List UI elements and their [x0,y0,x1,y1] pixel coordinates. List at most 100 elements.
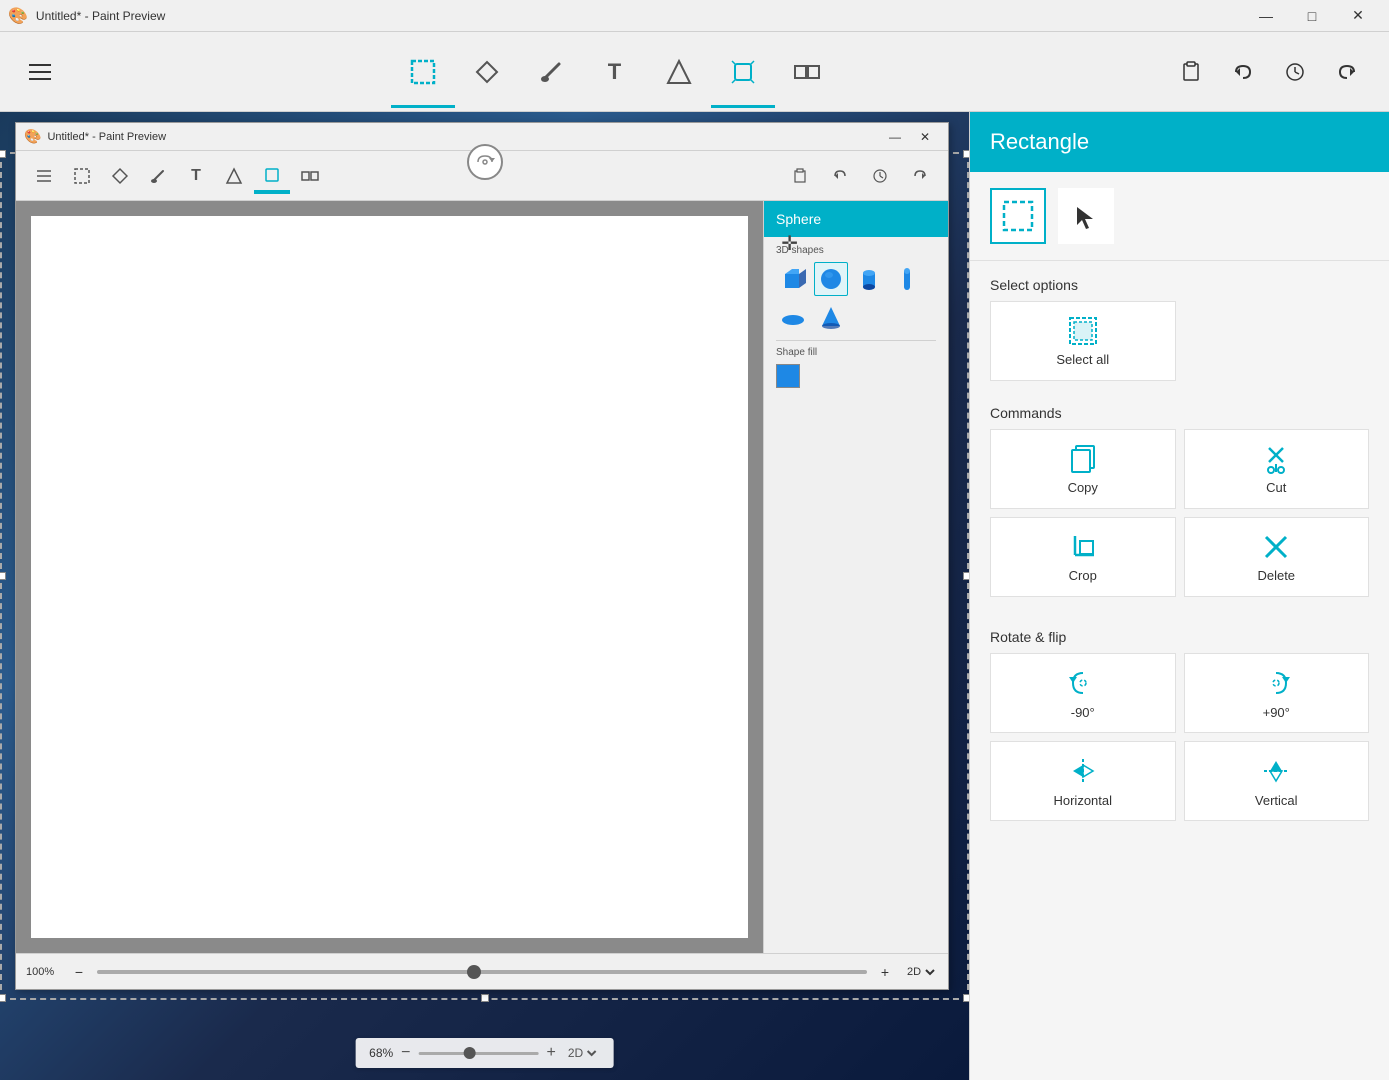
preview-3d-icon [263,166,281,184]
clipboard-button[interactable] [1169,50,1213,94]
shape-capsule-btn[interactable] [890,262,924,296]
preview-undo-btn[interactable] [822,158,858,194]
copy-button[interactable]: Copy [990,429,1176,509]
clipboard-icon [1179,60,1203,84]
outer-zoom-minus[interactable]: − [401,1044,410,1062]
crop-button[interactable]: Crop [990,517,1176,597]
preview-2d-icon [225,167,243,185]
handle-bottom-right[interactable] [963,994,969,1002]
handle-bottom-center[interactable] [481,994,489,1002]
cursor-icon [1073,203,1099,229]
fill-section-label: Shape fill [776,347,936,358]
preview-window-title: Untitled* - Paint Preview [47,131,166,143]
shape-cylinder-btn[interactable] [852,262,886,296]
preview-clipboard-icon [792,168,808,184]
rotate-neg90-label: -90° [1071,705,1095,720]
rotation-handle[interactable] [467,144,503,180]
panel-cursor-btn[interactable] [1058,188,1114,244]
cone-icon [818,304,844,330]
rotate-pos90-button[interactable]: +90° [1184,653,1370,733]
preview-close[interactable]: ✕ [910,125,940,149]
shapes-section: 3D shapes [764,237,948,400]
handle-top-left[interactable] [0,150,6,158]
preview-zoom-plus[interactable]: + [875,962,895,982]
preview-zoom-thumb [467,965,481,979]
preview-clipboard-btn[interactable] [782,158,818,194]
close-button[interactable]: ✕ [1335,0,1381,32]
handle-right-center[interactable] [963,572,969,580]
shape-ellipse-btn[interactable] [776,300,810,334]
preview-statusbar: 100% − + 2D 3D [16,953,948,989]
maximize-button[interactable]: □ [1289,0,1335,32]
toolbar-actions [1169,50,1369,94]
cylinder-icon [856,266,882,292]
crop-label: Crop [1069,568,1097,583]
select-all-button[interactable]: Select all [990,301,1176,381]
toolbar-left [20,52,60,92]
outer-zoom-track[interactable] [419,1052,539,1055]
panel-select-rect-btn[interactable] [990,188,1046,244]
redo-icon [1336,61,1358,83]
tool-2d-shapes[interactable] [647,36,711,108]
undo-button[interactable] [1221,50,1265,94]
panel-tools-row [970,172,1389,261]
preview-zoom-minus[interactable]: − [69,962,89,982]
tool-brush[interactable] [519,36,583,108]
preview-canvas [31,216,748,938]
preview-content: ✛ Sphere 3D shapes [16,201,948,953]
delete-label: Delete [1257,568,1295,583]
tool-3d-shapes[interactable] [711,36,775,108]
preview-tool-3d[interactable] [254,158,290,194]
rotate-neg90-button[interactable]: -90° [990,653,1176,733]
tool-select-rect[interactable] [391,36,455,108]
preview-zoom-slider[interactable] [97,970,867,974]
history-button[interactable] [1273,50,1317,94]
handle-left-center[interactable] [0,572,6,580]
preview-history-icon [872,168,888,184]
rotate-icon [475,152,495,172]
preview-tool-2d[interactable] [216,158,252,194]
delete-button[interactable]: Delete [1184,517,1370,597]
shape-cube-btn[interactable] [776,262,810,296]
preview-tool-brush[interactable] [140,158,176,194]
menu-button[interactable] [20,52,60,92]
cube-icon [780,266,806,292]
handle-bottom-left[interactable] [0,994,6,1002]
preview-minimize[interactable]: — [880,125,910,149]
main-content: 🎨 Untitled* - Paint Preview — ✕ [0,112,1389,1080]
preview-tool-view[interactable] [292,158,328,194]
shape-cone-btn[interactable] [814,300,848,334]
cut-button[interactable]: Cut [1184,429,1370,509]
preview-redo-btn[interactable] [902,158,938,194]
tool-view[interactable] [775,36,839,108]
preview-tool-text[interactable]: T [178,158,214,194]
preview-tool-select-rect[interactable] [64,158,100,194]
preview-dimension-select[interactable]: 2D 3D [903,965,938,979]
outer-zoom-plus[interactable]: + [547,1044,556,1062]
window-title: Untitled* - Paint Preview [36,9,165,23]
cut-label: Cut [1266,480,1286,495]
select-all-area: Select all [970,301,1389,389]
canvas-section: 🎨 Untitled* - Paint Preview — ✕ [0,112,969,1080]
rotate-pos90-icon [1260,667,1292,699]
handle-top-right[interactable] [963,150,969,158]
preview-menu-btn[interactable] [26,158,62,194]
menu-line [29,71,51,73]
menu-line [29,78,51,80]
preview-canvas-area [16,201,763,953]
flip-horizontal-button[interactable]: Horizontal [990,741,1176,821]
minimize-button[interactable]: — [1243,0,1289,32]
outer-dimension-select[interactable]: 2D 3D [564,1045,600,1061]
tool-select-free[interactable] [455,36,519,108]
preview-window-controls: — ✕ [880,125,940,149]
preview-history-btn[interactable] [862,158,898,194]
shape-sphere-btn[interactable] [814,262,848,296]
preview-tool-select-free[interactable] [102,158,138,194]
flip-vertical-button[interactable]: Vertical [1184,741,1370,821]
preview-brush-icon [149,167,167,185]
fill-color-swatch[interactable] [776,364,800,388]
redo-button[interactable] [1325,50,1369,94]
tool-text[interactable]: T [583,36,647,108]
flip-horizontal-label: Horizontal [1053,793,1112,808]
outer-zoom-thumb [464,1047,476,1059]
